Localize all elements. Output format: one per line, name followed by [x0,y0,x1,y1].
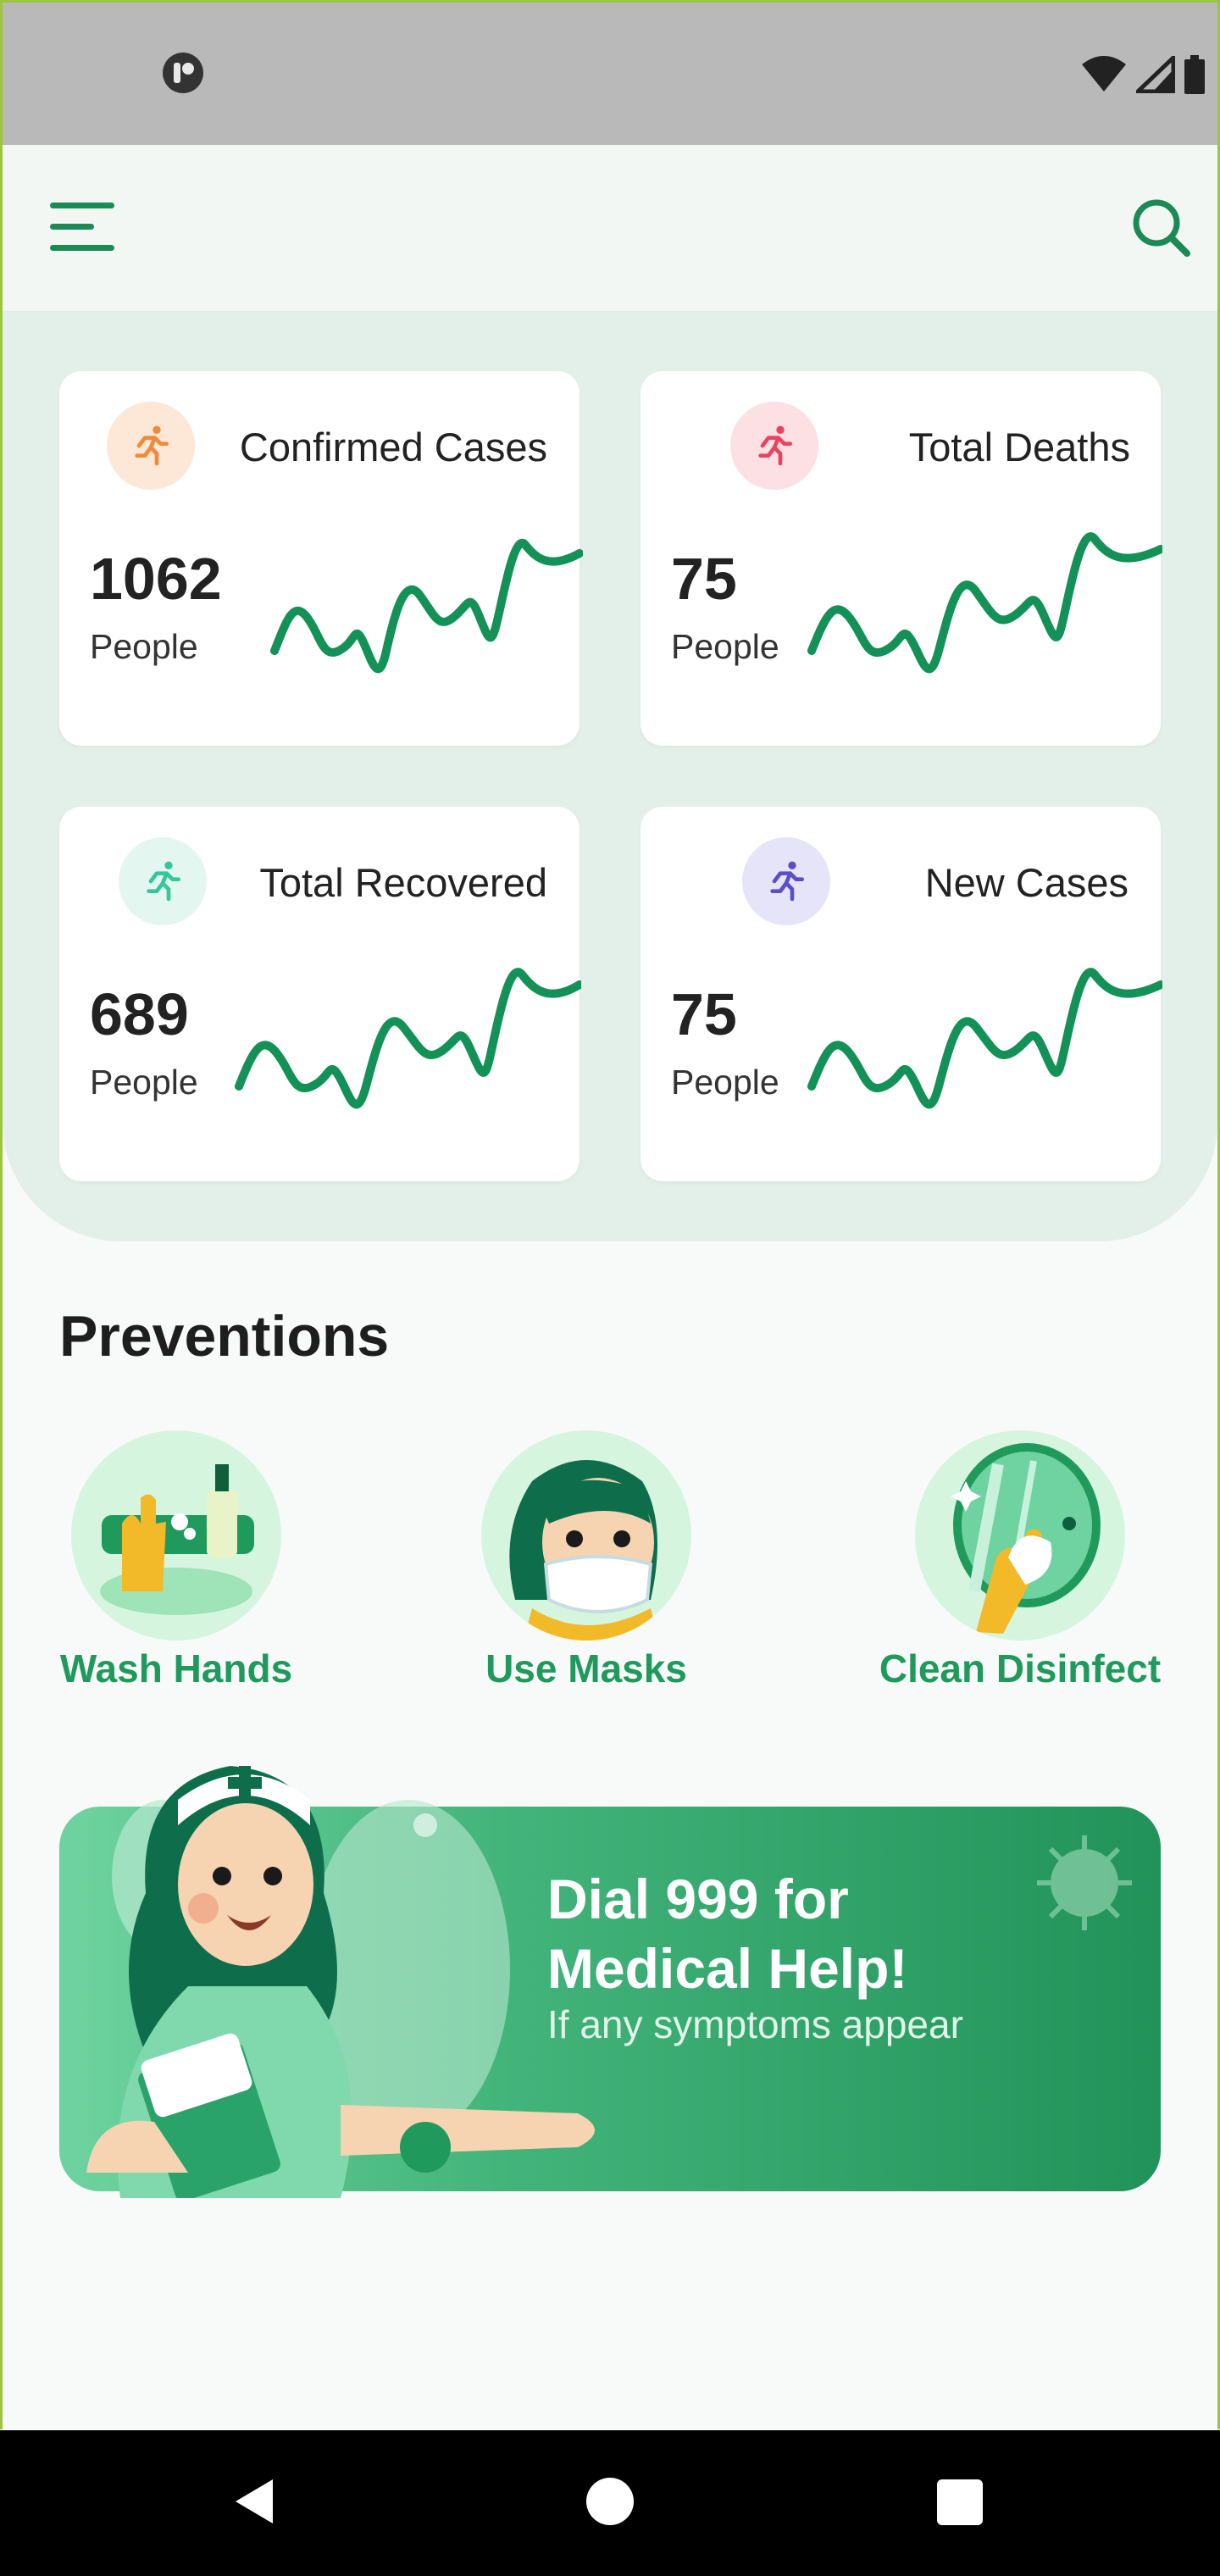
prevention-label: Wash Hands [59,1646,293,1690]
nurse-illustration [86,1766,595,2198]
stat-unit: People [90,627,198,666]
system-nav-bar [0,2430,1220,2576]
stat-unit: People [671,1063,779,1102]
running-person-icon [730,402,818,490]
stat-card-new-cases[interactable]: New Cases 75 People [640,807,1162,1181]
prevention-use-masks[interactable]: Use Masks [469,1430,703,1691]
stat-value: 75 [671,981,737,1047]
prevention-label: Use Masks [485,1646,687,1690]
trend-sparkline [235,968,581,1109]
trend-sparkline [270,538,583,674]
status-icons [1080,55,1206,94]
running-person-icon [742,837,830,925]
stat-card-total-deaths[interactable]: Total Deaths 75 People [640,371,1162,746]
stat-value: 1062 [90,546,222,612]
hamburger-menu-icon[interactable] [47,197,118,257]
stat-title: New Cases [924,860,1128,905]
trend-sparkline [807,532,1162,674]
back-icon[interactable] [232,2478,276,2525]
stat-title: Total Recovered [259,860,547,905]
stat-card-total-recovered[interactable]: Total Recovered 689 People [59,807,581,1181]
wifi-icon [1082,56,1126,92]
stat-unit: People [90,1063,198,1102]
virus-icon [1037,1835,1132,1930]
stat-card-confirmed-cases[interactable]: Confirmed Cases 1062 People [59,371,583,746]
prevention-wash-hands[interactable]: Wash Hands [59,1430,293,1691]
cellular-signal-icon [1136,56,1175,93]
wash-hands-illustration [71,1430,281,1641]
stat-unit: People [671,627,779,666]
status-bar [3,3,1217,145]
preventions-title: Preventions [59,1304,390,1368]
trend-sparkline [807,968,1162,1109]
mask-illustration [481,1430,691,1641]
app-bar [3,145,1217,311]
battery-icon [1184,55,1205,94]
search-icon[interactable] [1129,196,1194,260]
app-notification-icon [163,53,203,93]
recent-apps-icon[interactable] [937,2479,983,2525]
stat-value: 689 [90,981,189,1047]
running-person-icon [107,402,195,490]
disinfect-illustration [915,1430,1125,1641]
prevention-clean-disinfect[interactable]: Clean Disinfect [876,1430,1164,1691]
stat-title: Total Deaths [908,425,1130,469]
prevention-label: Clean Disinfect [879,1646,1162,1690]
stat-title: Confirmed Cases [239,425,547,469]
home-icon[interactable] [586,2478,634,2525]
running-person-icon [119,837,207,925]
stat-value: 75 [671,546,737,612]
